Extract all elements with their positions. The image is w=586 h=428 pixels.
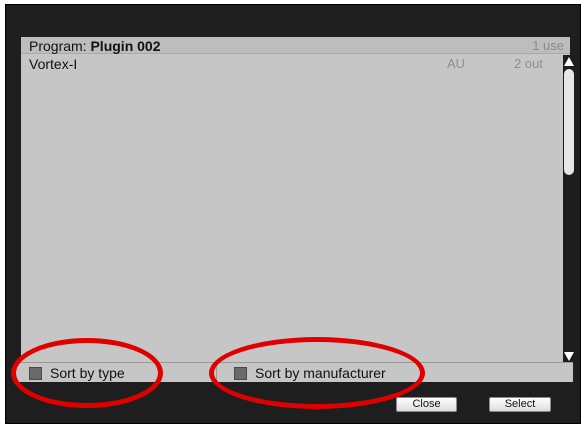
program-uses-count: 1 use (532, 38, 564, 53)
program-title: Program: Plugin 002 (29, 38, 161, 54)
plugin-list-panel: Program: Plugin 002 1 use Vortex-I AU 2 … (21, 37, 575, 367)
scroll-down-arrow-icon[interactable] (564, 352, 574, 361)
annotation-circle-sort-by-type (11, 338, 163, 408)
close-button[interactable]: Close (396, 397, 457, 412)
select-button[interactable]: Select (489, 397, 551, 412)
program-header: Program: Plugin 002 1 use (21, 37, 570, 54)
plugin-name: Vortex-I (29, 56, 78, 72)
plugin-type: AU (447, 56, 466, 71)
scroll-thumb[interactable] (564, 69, 574, 175)
plugin-list-item[interactable]: Vortex-I AU 2 out (21, 56, 561, 74)
program-label: Program: (29, 38, 87, 54)
annotation-circle-sort-by-manufacturer (209, 337, 425, 409)
scroll-up-arrow-icon[interactable] (564, 57, 574, 66)
program-name: Plugin 002 (90, 38, 161, 54)
plugin-outputs: 2 out (514, 56, 543, 71)
list-scrollbar[interactable] (563, 55, 575, 363)
